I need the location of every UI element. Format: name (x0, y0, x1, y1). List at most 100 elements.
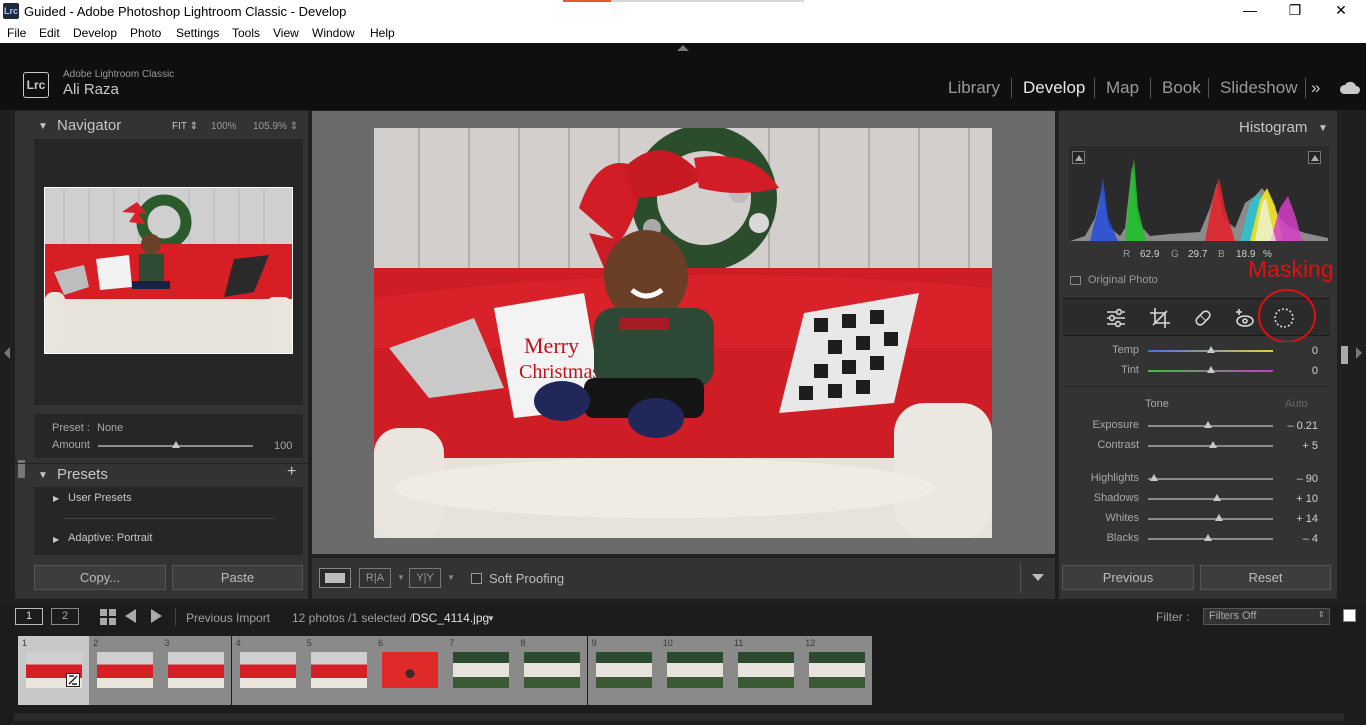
filter-lock-toggle[interactable] (1343, 609, 1356, 622)
expand-icon[interactable]: ▶ (53, 535, 59, 544)
menu-file[interactable]: File (7, 26, 26, 40)
filmstrip-thumbnail[interactable]: 10 (658, 636, 730, 705)
highlights-slider-track[interactable] (1148, 478, 1273, 480)
collapse-left-icon[interactable] (4, 347, 10, 359)
blacks-slider-knob[interactable] (1204, 534, 1212, 541)
edit-sliders-icon[interactable] (1105, 307, 1127, 329)
contrast-value[interactable]: + 5 (1278, 440, 1318, 452)
exposure-slider-knob[interactable] (1204, 421, 1212, 428)
main-photo[interactable]: Merry Christmas (374, 128, 992, 538)
filter-select[interactable]: Filters Off (1203, 608, 1330, 625)
collapse-top-icon[interactable] (677, 45, 689, 51)
reset-button[interactable]: Reset (1200, 565, 1331, 590)
before-after-button[interactable]: R|A (359, 568, 391, 588)
auto-tone-button[interactable]: Auto (1285, 398, 1308, 410)
forward-arrow-icon[interactable] (151, 609, 162, 623)
right-scrollbar[interactable] (1341, 346, 1348, 364)
module-book[interactable]: Book (1162, 78, 1201, 98)
crop-icon[interactable] (1149, 307, 1171, 329)
histogram-graph[interactable] (1070, 148, 1328, 241)
highlight-clipping-button[interactable] (1308, 151, 1321, 164)
cloud-icon[interactable] (1338, 80, 1362, 96)
collapse-right-icon[interactable] (1356, 347, 1362, 359)
menu-tools[interactable]: Tools (232, 26, 260, 40)
whites-slider-track[interactable] (1148, 518, 1273, 520)
before-after-dropdown-icon[interactable]: ▼ (397, 573, 405, 582)
expand-icon[interactable]: ▶ (53, 494, 59, 503)
preset-group-user[interactable]: User Presets (68, 492, 132, 504)
navigator-thumbnail[interactable] (44, 187, 293, 354)
whites-value[interactable]: + 14 (1278, 513, 1318, 525)
compare-dropdown-icon[interactable]: ▼ (447, 573, 455, 582)
healing-icon[interactable] (1192, 307, 1214, 329)
filmstrip-scrollbar[interactable] (14, 713, 1344, 721)
add-preset-icon[interactable]: + (287, 463, 296, 481)
whites-slider-knob[interactable] (1215, 514, 1224, 521)
filename-dropdown-icon[interactable]: ▼ (487, 614, 495, 623)
filmstrip-thumbnail[interactable]: 1 (18, 636, 89, 705)
shadows-slider-knob[interactable] (1212, 494, 1221, 501)
zoom-custom[interactable]: 105.9% ⇕ (253, 121, 298, 132)
zoom-fit[interactable]: FIT ⇕ (172, 121, 198, 132)
original-photo-checkbox[interactable] (1070, 276, 1081, 285)
paste-button[interactable]: Paste (172, 565, 303, 590)
menu-develop[interactable]: Develop (73, 26, 117, 40)
tint-slider-knob[interactable] (1206, 366, 1215, 373)
shadows-slider-track[interactable] (1148, 498, 1273, 500)
menu-edit[interactable]: Edit (39, 26, 60, 40)
temp-slider-knob[interactable] (1206, 346, 1215, 353)
maximize-button[interactable]: ❐ (1285, 2, 1305, 20)
compare-button[interactable]: Y|Y (409, 568, 441, 588)
module-library[interactable]: Library (948, 78, 1000, 98)
module-map[interactable]: Map (1106, 78, 1139, 98)
temp-value[interactable]: 0 (1278, 345, 1318, 357)
amount-slider-knob[interactable] (171, 441, 180, 448)
loupe-view-button[interactable] (319, 568, 351, 588)
filmstrip-thumbnail[interactable]: 11 (730, 636, 801, 705)
tint-value[interactable]: 0 (1278, 365, 1318, 377)
more-modules-icon[interactable]: » (1311, 78, 1320, 98)
contrast-slider-knob[interactable] (1209, 441, 1217, 448)
filmstrip-thumbnail[interactable]: 12 (801, 636, 873, 705)
preset-group-adaptive[interactable]: Adaptive: Portrait (68, 532, 152, 544)
soft-proofing-checkbox[interactable] (471, 573, 482, 584)
shadow-clipping-button[interactable] (1072, 151, 1085, 164)
minimize-button[interactable]: — (1240, 2, 1260, 20)
presets-collapse-icon[interactable]: ▼ (38, 470, 48, 481)
filmstrip-thumbnail[interactable]: 8 (516, 636, 588, 705)
filename[interactable]: DSC_4114.jpg (412, 611, 489, 625)
filmstrip-thumbnail[interactable]: 9 (587, 636, 659, 705)
filter-dropdown-icon[interactable]: ⇕ (1318, 610, 1325, 619)
filmstrip-thumbnail[interactable]: 2 (89, 636, 161, 705)
highlights-value[interactable]: – 90 (1278, 473, 1318, 485)
screen-1-button[interactable]: 1 (15, 608, 43, 625)
red-eye-icon[interactable] (1234, 307, 1256, 329)
exposure-value[interactable]: – 0.21 (1278, 420, 1318, 432)
source-label[interactable]: Previous Import (186, 611, 270, 625)
menu-view[interactable]: View (273, 26, 299, 40)
navigator-collapse-icon[interactable]: ▼ (38, 121, 48, 132)
module-develop[interactable]: Develop (1023, 78, 1085, 98)
highlights-slider-knob[interactable] (1150, 474, 1159, 481)
previous-button[interactable]: Previous (1062, 565, 1194, 590)
filmstrip-thumbnail[interactable]: 7 (445, 636, 517, 705)
screen-2-button[interactable]: 2 (51, 608, 79, 625)
blacks-value[interactable]: – 4 (1278, 533, 1318, 545)
close-button[interactable]: ✕ (1331, 2, 1351, 20)
shadows-value[interactable]: + 10 (1278, 493, 1318, 505)
copy-button[interactable]: Copy... (34, 565, 166, 590)
filmstrip-thumbnail[interactable]: 5 (302, 636, 374, 705)
menu-window[interactable]: Window (312, 26, 355, 40)
menu-photo[interactable]: Photo (130, 26, 161, 40)
menu-settings[interactable]: Settings (176, 26, 219, 40)
filmstrip-thumbnail[interactable]: 3 (160, 636, 232, 705)
module-slideshow[interactable]: Slideshow (1220, 78, 1298, 98)
filmstrip-thumbnail[interactable]: 6 (374, 636, 445, 705)
grid-view-icon[interactable] (99, 608, 117, 626)
back-arrow-icon[interactable] (125, 609, 136, 623)
filmstrip-thumbnail[interactable]: 4 (231, 636, 303, 705)
toolbar-menu-button[interactable] (1020, 563, 1056, 593)
histogram-collapse-icon[interactable]: ▼ (1318, 123, 1328, 134)
zoom-100[interactable]: 100% (211, 121, 237, 132)
menu-help[interactable]: Help (370, 26, 395, 40)
